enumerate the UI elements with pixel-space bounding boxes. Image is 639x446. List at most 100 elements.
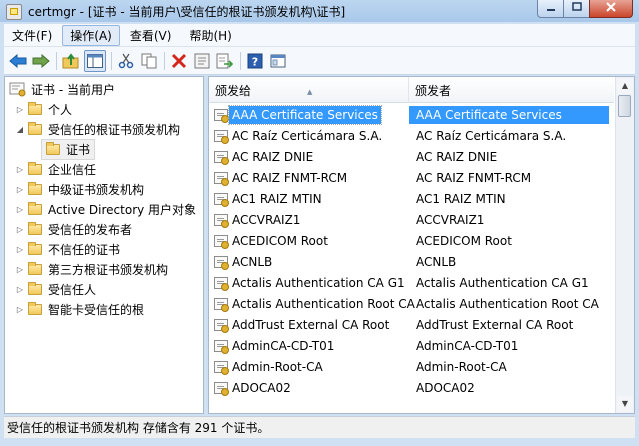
tree-item-trusted-publishers[interactable]: ▷ 受信任的发布者 xyxy=(15,219,132,239)
help-button[interactable]: ? xyxy=(245,51,265,71)
tree-selection[interactable]: 证书 xyxy=(41,138,96,160)
table-row[interactable]: ADOCA02 ADOCA02 xyxy=(209,378,614,399)
menu-file[interactable]: 文件(F) xyxy=(4,25,60,46)
tree-item-label: 证书 xyxy=(66,142,91,157)
forward-button[interactable] xyxy=(31,51,51,71)
issued-to-cell: AC RAIZ FNMT-RCM xyxy=(232,171,348,185)
collapse-arrow-icon[interactable]: ◢ xyxy=(15,125,25,134)
show-hide-tree-icon xyxy=(87,53,103,68)
certificate-icon xyxy=(214,193,229,207)
tree-item-smartcard-root[interactable]: ▷ 智能卡受信任的根 xyxy=(15,299,144,319)
delete-button[interactable] xyxy=(169,51,189,71)
menu-view[interactable]: 查看(V) xyxy=(122,25,180,46)
table-row[interactable]: Admin-Root-CA Admin-Root-CA xyxy=(209,357,614,378)
back-arrow-icon xyxy=(9,53,27,68)
cut-icon xyxy=(118,53,134,68)
expand-arrow-icon[interactable]: ▷ xyxy=(15,185,25,194)
certificate-icon xyxy=(214,235,229,249)
tree-item-intermediate-ca[interactable]: ▷ 中级证书颁发机构 xyxy=(15,179,144,199)
issued-to-cell: ACNLB xyxy=(232,255,273,269)
tree-item-trusted-people[interactable]: ▷ 受信任人 xyxy=(15,279,96,299)
expand-arrow-icon[interactable]: ▷ xyxy=(15,265,25,274)
export-list-button[interactable] xyxy=(215,51,235,71)
vertical-scrollbar[interactable]: ▲ ▼ xyxy=(615,77,634,413)
table-row[interactable]: ACNLB ACNLB xyxy=(209,252,614,273)
close-button[interactable] xyxy=(589,0,633,18)
certificate-icon xyxy=(214,298,229,312)
column-header-issued-to[interactable]: ▲ 颁发给 xyxy=(209,77,409,102)
view-button[interactable] xyxy=(268,51,288,71)
expand-arrow-icon[interactable]: ▷ xyxy=(15,205,25,214)
certificate-icon xyxy=(214,277,229,291)
table-row[interactable]: AAA Certificate Services AAA Certificate … xyxy=(209,105,614,126)
tree-item-label: Active Directory 用户对象 xyxy=(48,202,197,217)
tree-item-certificates[interactable]: 证书 xyxy=(41,138,96,160)
export-list-icon xyxy=(216,53,234,68)
issued-by-cell: AddTrust External CA Root xyxy=(416,318,574,332)
tree-item-enterprise-trust[interactable]: ▷ 企业信任 xyxy=(15,159,96,179)
expand-arrow-icon[interactable]: ▷ xyxy=(15,105,25,114)
issued-by-cell: ACEDICOM Root xyxy=(416,234,512,248)
toolbar-separator xyxy=(56,51,57,70)
toolbar: ? xyxy=(4,47,635,75)
maximize-button[interactable] xyxy=(563,0,589,18)
console-tree: 证书 - 当前用户 ▷ 个人 ◢ 受信任的根证书颁发机构 证书 ▷ 企业信任 ▷… xyxy=(4,76,204,414)
expand-arrow-icon[interactable]: ▷ xyxy=(15,305,25,314)
table-row[interactable]: AC Raíz Certicámara S.A. AC Raíz Certicám… xyxy=(209,126,614,147)
table-row[interactable]: AddTrust External CA Root AddTrust Extern… xyxy=(209,315,614,336)
up-folder-icon xyxy=(62,52,79,68)
folder-icon xyxy=(28,181,42,195)
expand-arrow-icon[interactable]: ▷ xyxy=(15,225,25,234)
issued-by-cell: ACNLB xyxy=(416,255,457,269)
certificate-icon xyxy=(214,256,229,270)
show-hide-console-tree-button[interactable] xyxy=(84,49,106,72)
cut-button[interactable] xyxy=(116,51,136,71)
tree-item-personal[interactable]: ▷ 个人 xyxy=(15,99,72,119)
tree-root[interactable]: 证书 - 当前用户 xyxy=(9,79,115,99)
expand-arrow-icon[interactable]: ▷ xyxy=(15,245,25,254)
table-row[interactable]: Actalis Authentication CA G1 Actalis Auth… xyxy=(209,273,614,294)
scroll-thumb[interactable] xyxy=(618,95,631,117)
issued-to-cell: AddTrust External CA Root xyxy=(232,318,390,332)
table-row[interactable]: AC1 RAIZ MTIN AC1 RAIZ MTIN xyxy=(209,189,614,210)
tree-item-label: 企业信任 xyxy=(48,162,97,177)
properties-button[interactable] xyxy=(192,51,212,71)
table-row[interactable]: AdminCA-CD-T01 AdminCA-CD-T01 xyxy=(209,336,614,357)
delete-icon xyxy=(171,53,187,68)
copy-icon xyxy=(141,53,157,68)
back-button[interactable] xyxy=(8,51,28,71)
issued-by-cell: AC1 RAIZ MTIN xyxy=(416,192,506,206)
tree-root-label: 证书 - 当前用户 xyxy=(31,82,115,97)
column-header-issued-by[interactable]: 颁发者 xyxy=(409,77,614,102)
table-row[interactable]: Actalis Authentication Root CA Actalis Au… xyxy=(209,294,614,315)
issued-by-cell: AC RAIZ DNIE xyxy=(416,150,498,164)
tree-item-third-party-root[interactable]: ▷ 第三方根证书颁发机构 xyxy=(15,259,168,279)
table-row[interactable]: AC RAIZ DNIE AC RAIZ DNIE xyxy=(209,147,614,168)
scroll-down-icon[interactable]: ▼ xyxy=(617,396,633,412)
menu-help[interactable]: 帮助(H) xyxy=(181,25,239,46)
menu-action[interactable]: 操作(A) xyxy=(62,24,120,46)
copy-button[interactable] xyxy=(139,51,159,71)
certificate-icon xyxy=(214,319,229,333)
issued-to-cell: AC1 RAIZ MTIN xyxy=(232,192,322,206)
expand-arrow-icon[interactable]: ▷ xyxy=(15,285,25,294)
folder-icon xyxy=(28,301,42,315)
expand-arrow-icon[interactable]: ▷ xyxy=(15,165,25,174)
folder-icon xyxy=(28,261,42,275)
certificates-snapin-icon xyxy=(9,82,26,97)
help-icon: ? xyxy=(247,53,263,68)
tree-item-trusted-root[interactable]: ◢ 受信任的根证书颁发机构 xyxy=(15,119,180,139)
table-row[interactable]: AC RAIZ FNMT-RCM AC RAIZ FNMT-RCM xyxy=(209,168,614,189)
table-row[interactable]: ACCVRAIZ1 ACCVRAIZ1 xyxy=(209,210,614,231)
title-bar: certmgr - [证书 - 当前用户\受信任的根证书颁发机构\证书] xyxy=(0,0,639,22)
scroll-up-icon[interactable]: ▲ xyxy=(617,78,633,94)
certmgr-app-icon[interactable] xyxy=(6,4,22,20)
up-one-level-button[interactable] xyxy=(61,51,81,71)
table-row[interactable]: ACEDICOM Root ACEDICOM Root xyxy=(209,231,614,252)
issued-by-cell: Admin-Root-CA xyxy=(416,360,507,374)
minimize-button[interactable] xyxy=(537,0,563,18)
certificate-icon xyxy=(214,361,229,375)
folder-icon xyxy=(28,221,42,235)
tree-item-untrusted[interactable]: ▷ 不信任的证书 xyxy=(15,239,120,259)
tree-item-active-directory[interactable]: ▷ Active Directory 用户对象 xyxy=(15,199,196,219)
